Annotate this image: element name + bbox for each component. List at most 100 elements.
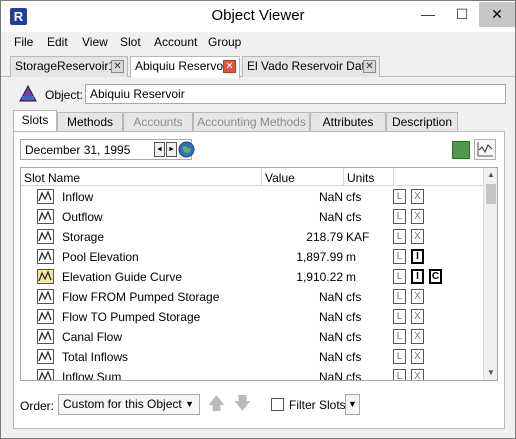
tab-close-icon[interactable]: ✕ bbox=[363, 60, 376, 73]
series-slot-icon bbox=[37, 309, 54, 324]
menu-slot[interactable]: Slot bbox=[120, 35, 141, 49]
filter-dropdown-button[interactable]: ▼ bbox=[345, 394, 360, 415]
slot-flag-i[interactable]: I bbox=[411, 269, 424, 284]
menu-file[interactable]: File bbox=[14, 35, 33, 49]
doc-tab-label: El Vado Reservoir Data bbox=[247, 59, 372, 73]
slot-flag-l[interactable]: L bbox=[393, 309, 406, 324]
menu-edit[interactable]: Edit bbox=[47, 35, 68, 49]
table-row[interactable]: Inflow Sum NaN cfs L X bbox=[21, 367, 483, 381]
slot-value: NaN bbox=[318, 290, 343, 304]
reservoir-object-icon bbox=[19, 85, 37, 102]
tab-close-icon[interactable]: ✕ bbox=[111, 60, 124, 73]
table-row[interactable]: Total Inflows NaN cfs L X bbox=[21, 347, 483, 367]
tab-attributes[interactable]: Attributes bbox=[310, 112, 386, 131]
doc-tab-storagereservoir1[interactable]: StorageReservoir1 ✕ bbox=[10, 56, 128, 77]
table-row[interactable]: Flow FROM Pumped Storage NaN cfs L X bbox=[21, 287, 483, 307]
move-down-arrow-icon[interactable]: 🡇 bbox=[232, 392, 253, 416]
tab-slots[interactable]: Slots bbox=[13, 110, 57, 132]
slot-flag-x[interactable]: X bbox=[411, 229, 424, 244]
slot-value: NaN bbox=[318, 370, 343, 381]
table-row[interactable]: Elevation Guide Curve 1,910.22 m L I C bbox=[21, 267, 483, 287]
menu-group[interactable]: Group bbox=[208, 35, 241, 49]
filter-slots-checkbox[interactable] bbox=[271, 398, 284, 411]
move-up-arrow-icon[interactable]: 🡅 bbox=[206, 392, 227, 416]
slot-name: Pool Elevation bbox=[62, 250, 139, 264]
panel-tabs: Slots Methods Accounts Accounting Method… bbox=[13, 110, 505, 132]
slot-units: KAF bbox=[346, 230, 370, 244]
periodic-slot-icon bbox=[37, 269, 54, 284]
globe-icon[interactable] bbox=[178, 141, 195, 158]
menu-account[interactable]: Account bbox=[154, 35, 197, 49]
slot-flag-x[interactable]: X bbox=[411, 209, 424, 224]
slot-flag-l[interactable]: L bbox=[393, 249, 406, 264]
previous-date-button[interactable]: ◄ bbox=[154, 142, 165, 157]
plot-button[interactable] bbox=[474, 139, 496, 160]
slot-flag-l[interactable]: L bbox=[393, 269, 406, 284]
close-icon[interactable]: ✕ bbox=[479, 2, 515, 27]
column-divider bbox=[261, 168, 262, 186]
slot-name: Flow FROM Pumped Storage bbox=[62, 290, 220, 304]
maximize-icon[interactable]: ☐ bbox=[445, 2, 479, 27]
slot-flag-i[interactable]: I bbox=[411, 249, 424, 264]
object-viewer-window: R Object Viewer — ☐ ✕ File Edit View Slo… bbox=[0, 0, 516, 439]
order-dropdown[interactable]: Custom for this Object ▼ bbox=[58, 394, 200, 415]
series-slot-icon bbox=[37, 349, 54, 364]
slot-flag-c[interactable]: C bbox=[429, 269, 442, 284]
table-row[interactable]: Flow TO Pumped Storage NaN cfs L X bbox=[21, 307, 483, 327]
slot-flag-l[interactable]: L bbox=[393, 229, 406, 244]
slot-flag-l[interactable]: L bbox=[393, 349, 406, 364]
scroll-up-icon[interactable]: ▲ bbox=[484, 168, 497, 182]
order-value: Custom for this Object bbox=[63, 397, 182, 411]
slot-units: m bbox=[346, 250, 356, 264]
slot-flag-l[interactable]: L bbox=[393, 289, 406, 304]
slot-value: NaN bbox=[318, 330, 343, 344]
title-bar[interactable]: R Object Viewer — ☐ ✕ bbox=[1, 1, 515, 32]
slot-flag-x[interactable]: X bbox=[411, 349, 424, 364]
slot-value: NaN bbox=[318, 190, 343, 204]
table-row[interactable]: Storage 218.79 KAF L X bbox=[21, 227, 483, 247]
current-date: December 31, 1995 bbox=[25, 143, 131, 157]
tab-description[interactable]: Description bbox=[386, 112, 458, 131]
next-date-button[interactable]: ► bbox=[166, 142, 177, 157]
series-slot-icon bbox=[37, 249, 54, 264]
header-value[interactable]: Value bbox=[265, 171, 295, 185]
doc-tab-el-vado-reservoir-data[interactable]: El Vado Reservoir Data ✕ bbox=[242, 56, 380, 77]
series-slot-icon bbox=[37, 209, 54, 224]
slot-flag-l[interactable]: L bbox=[393, 329, 406, 344]
tab-close-icon[interactable]: ✕ bbox=[223, 60, 236, 73]
scroll-down-icon[interactable]: ▼ bbox=[484, 366, 497, 380]
object-name-field[interactable]: Abiquiu Reservoir bbox=[85, 84, 506, 104]
vertical-scrollbar[interactable]: ▲ ▼ bbox=[483, 168, 497, 380]
slot-flag-x[interactable]: X bbox=[411, 309, 424, 324]
slot-value: 1,897.99 bbox=[296, 250, 343, 264]
table-row[interactable]: Pool Elevation 1,897.99 m L I bbox=[21, 247, 483, 267]
minimize-icon[interactable]: — bbox=[411, 2, 445, 27]
menu-view[interactable]: View bbox=[82, 35, 108, 49]
header-units[interactable]: Units bbox=[347, 171, 374, 185]
slot-flag-l[interactable]: L bbox=[393, 209, 406, 224]
slot-flag-l[interactable]: L bbox=[393, 369, 406, 380]
slot-name: Storage bbox=[62, 230, 105, 244]
scroll-thumb[interactable] bbox=[486, 184, 496, 204]
slots-panel: December 31, 1995 ◄ ► Slot Name Value Un… bbox=[13, 131, 505, 429]
filter-slots-label: Filter Slots bbox=[289, 398, 346, 412]
table-header: Slot Name Value Units bbox=[21, 168, 497, 186]
tab-accounting-methods[interactable]: Accounting Methods bbox=[193, 112, 310, 131]
slot-name: Outflow bbox=[62, 210, 103, 224]
date-selector[interactable]: December 31, 1995 ◄ ► bbox=[20, 139, 195, 160]
tab-accounts[interactable]: Accounts bbox=[123, 112, 193, 131]
slot-flag-x[interactable]: X bbox=[411, 289, 424, 304]
doc-tab-abiquiu-reservoir[interactable]: Abiquiu Reservoir ✕ bbox=[130, 56, 240, 78]
slot-flag-x[interactable]: X bbox=[411, 369, 424, 380]
doc-tab-label: StorageReservoir1 bbox=[15, 59, 116, 73]
color-indicator-button[interactable] bbox=[452, 141, 470, 159]
header-slot-name[interactable]: Slot Name bbox=[24, 171, 80, 185]
slot-flag-l[interactable]: L bbox=[393, 189, 406, 204]
tab-methods[interactable]: Methods bbox=[57, 112, 123, 131]
table-row[interactable]: Canal Flow NaN cfs L X bbox=[21, 327, 483, 347]
document-tabs: StorageReservoir1 ✕ Abiquiu Reservoir ✕ … bbox=[1, 53, 515, 78]
table-row[interactable]: Outflow NaN cfs L X bbox=[21, 207, 483, 227]
table-row[interactable]: Inflow NaN cfs L X bbox=[21, 187, 483, 207]
slot-flag-x[interactable]: X bbox=[411, 329, 424, 344]
slot-flag-x[interactable]: X bbox=[411, 189, 424, 204]
